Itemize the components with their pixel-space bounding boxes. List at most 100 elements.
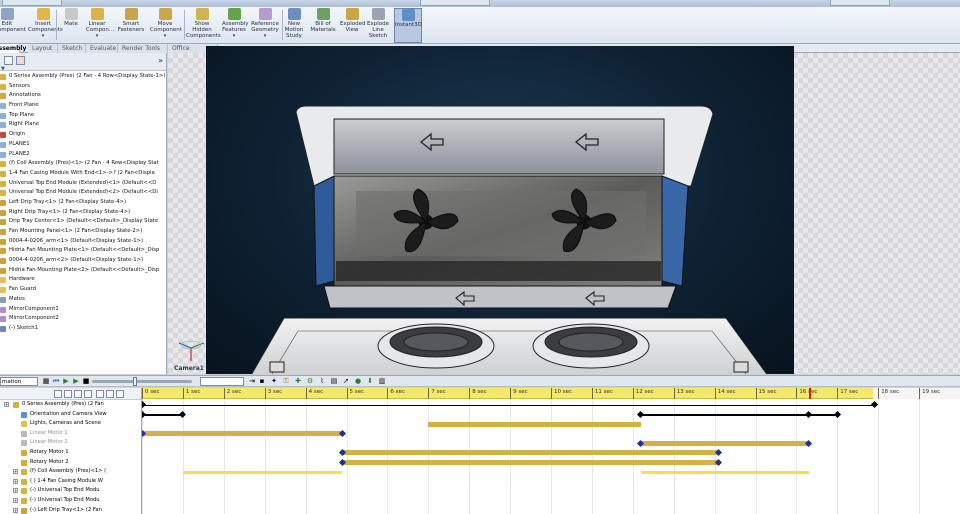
chevron-right-icon[interactable]: »	[158, 56, 163, 65]
bill-of-materials-button[interactable]: Bill of Materials	[310, 8, 336, 43]
feature-tree-item[interactable]: (f) Coil Assembly (Pres)<1> (2 Fan - 4 R…	[0, 159, 166, 169]
feature-tree-item[interactable]: Fan Mounting Panel<1> (2 Fan<Display Sta…	[0, 227, 166, 237]
save-animation-icon[interactable]: ⇥	[248, 377, 256, 385]
add-key-icon[interactable]: ✚	[294, 377, 302, 385]
instant3d-button[interactable]: Instant3D	[394, 8, 422, 43]
motion-tree-item[interactable]: Linear Motor 2	[0, 438, 141, 448]
spring-icon[interactable]: ⌇	[318, 377, 326, 385]
motion-tree-item[interactable]: + (-) Universal Top End Modu	[0, 486, 141, 496]
playback-mode-select[interactable]	[200, 377, 244, 386]
save-icon[interactable]: ▪	[258, 377, 266, 385]
feature-tree-item[interactable]: Right Plane	[0, 120, 166, 130]
feature-tree-item[interactable]: Right Drip Tray<1> (2 Fan<Display State-…	[0, 208, 166, 218]
feature-tree-item[interactable]: Drip Tray Center<1> (Default<<Default>_D…	[0, 217, 166, 227]
exploded-view-button[interactable]: Exploded View	[340, 8, 365, 43]
smart-fasteners-button[interactable]: Smart Fasteners	[116, 8, 146, 43]
feature-tree-item[interactable]: Hardware	[0, 275, 166, 285]
motion-tree-item[interactable]: Rotary Motor 2	[0, 458, 141, 468]
graphics-area[interactable]: Camera1	[168, 46, 960, 374]
tab-render-tools[interactable]: Render Tools	[118, 44, 168, 53]
filter-driving-icon[interactable]	[64, 390, 72, 398]
motion-tree-item[interactable]: + (-) Universal Top End Modu	[0, 496, 141, 506]
explode-line-sketch-button[interactable]: Explode Line Sketch	[366, 8, 390, 43]
expand-icon[interactable]: +	[13, 469, 18, 475]
play-icon-2[interactable]: ▶	[72, 377, 80, 385]
autokey-icon[interactable]: ⚿	[282, 377, 290, 385]
contact-icon[interactable]: ●	[354, 377, 362, 385]
chevron-down-icon[interactable]: ▾	[28, 33, 58, 39]
filter-results-icon[interactable]	[84, 390, 92, 398]
feature-tree-item[interactable]: MirrorComponent2	[0, 314, 166, 324]
expand-icon[interactable]: +	[13, 497, 18, 503]
motion-tree-item[interactable]: Lights, Cameras and Scene	[0, 419, 141, 429]
feature-tree-item[interactable]: Front Plane	[0, 101, 166, 111]
slider-thumb[interactable]	[133, 377, 137, 386]
feature-tree-item[interactable]: Universal Top End Module (Extended)<2> (…	[0, 188, 166, 198]
motion-bar[interactable]	[640, 440, 809, 446]
feature-tree-item[interactable]: PLANE2	[0, 150, 166, 160]
feature-tree-item[interactable]: MirrorComponent1	[0, 305, 166, 315]
stop-icon[interactable]: ■	[82, 377, 90, 385]
motion-tree-item[interactable]: Orientation and Camera View	[0, 410, 141, 420]
filter-animated-icon[interactable]	[54, 390, 62, 398]
playback-speed-slider[interactable]	[92, 380, 192, 383]
document-tab[interactable]	[2, 0, 62, 6]
mate-button[interactable]: Mate	[62, 8, 80, 43]
chevron-down-icon[interactable]: ▾	[250, 33, 280, 39]
keypoint[interactable]	[870, 401, 878, 409]
motion-bar[interactable]	[182, 470, 343, 474]
feature-tree-icon[interactable]	[4, 56, 13, 65]
tab-evaluate[interactable]: Evaluate	[86, 44, 118, 53]
chevron-down-icon[interactable]: ▾	[86, 33, 108, 39]
move-component-button[interactable]: Move Component ▾	[150, 8, 182, 43]
feature-tree-item[interactable]: (-) Sketch1	[0, 324, 166, 334]
damper-icon[interactable]: ▤	[330, 377, 338, 385]
study-type-select[interactable]: mation	[0, 377, 38, 386]
feature-tree-item[interactable]: PLANE1	[0, 140, 166, 150]
keypoint[interactable]	[637, 410, 645, 418]
feature-tree-item[interactable]: Left Drip Tray<1> (2 Fan<Display State-4…	[0, 198, 166, 208]
feature-tree-item[interactable]: Hidria Fan Mounting Plate<2> (Default<<D…	[0, 266, 166, 276]
reference-geometry-button[interactable]: Reference Geometry ▾	[250, 8, 280, 43]
expand-icon[interactable]: +	[13, 488, 18, 494]
zoom-timeline-out-icon[interactable]	[106, 390, 114, 398]
feature-tree-item[interactable]: 0004-4-0206_arm<2> (Default<Display Stat…	[0, 256, 166, 266]
feature-tree-item[interactable]: 0 Series Assembly (Pres) (2 Fan - 4 Row<…	[0, 72, 166, 82]
motion-tree-item[interactable]: +0 Series Assembly (Pres) (2 Fan	[0, 400, 141, 410]
play-from-start-icon[interactable]: ⏮	[52, 377, 60, 385]
force-icon[interactable]: ➚	[342, 377, 350, 385]
tab-layout[interactable]: Layout	[28, 44, 58, 53]
feature-tree-item[interactable]: Sensors	[0, 82, 166, 92]
feature-tree-item[interactable]: Universal Top End Module (Extended)<1> (…	[0, 179, 166, 189]
motion-timeline[interactable]: 0 sec 1 sec 2 sec 3 sec 4 sec 5 sec 6 sec 7 sec…	[142, 388, 960, 514]
results-and-plots-icon[interactable]: ▥	[378, 377, 386, 385]
motion-bar[interactable]	[342, 450, 719, 456]
calculate-icon[interactable]: ▦	[42, 377, 50, 385]
feature-tree-item[interactable]: Fan Guard	[0, 285, 166, 295]
motion-tree-item[interactable]: + (f) Coil Assembly (Pres)<1> (	[0, 467, 141, 477]
motion-bar[interactable]	[342, 459, 719, 465]
keypoint[interactable]	[142, 401, 146, 409]
filter-selected-icon[interactable]	[74, 390, 82, 398]
property-manager-icon[interactable]	[16, 56, 25, 65]
keypoint[interactable]	[833, 410, 841, 418]
feature-tree-item[interactable]: Top Plane	[0, 111, 166, 121]
insert-components-button[interactable]: Insert Components ▾	[28, 8, 63, 43]
zoom-timeline-fit-icon[interactable]	[116, 390, 124, 398]
show-hidden-components-button[interactable]: Show Hidden Components	[186, 8, 221, 43]
gravity-icon[interactable]: ⬇	[366, 377, 374, 385]
keyframe-span-line[interactable]	[142, 404, 875, 407]
feature-tree-item[interactable]: 0004-4-0206_arm<1> (Default<Display Stat…	[0, 237, 166, 247]
feature-tree-item[interactable]: 1-4 Fan Casing Module With End<1>->? (2 …	[0, 169, 166, 179]
motion-tree-item[interactable]: Rotary Motor 1	[0, 448, 141, 458]
keypoint[interactable]	[805, 439, 813, 447]
keypoint[interactable]	[142, 410, 146, 418]
new-motion-study-button[interactable]: New Motion Study	[284, 8, 304, 43]
assembly-features-button[interactable]: Assembly Features ▾	[222, 8, 249, 43]
expand-icon[interactable]: +	[13, 478, 18, 484]
chevron-down-icon[interactable]: ▾	[222, 33, 246, 39]
feature-tree-item[interactable]: Annotations	[0, 91, 166, 101]
zoom-timeline-in-icon[interactable]	[96, 390, 104, 398]
motion-tree-item[interactable]: Linear Motor 1	[0, 429, 141, 439]
keypoint[interactable]	[179, 410, 187, 418]
